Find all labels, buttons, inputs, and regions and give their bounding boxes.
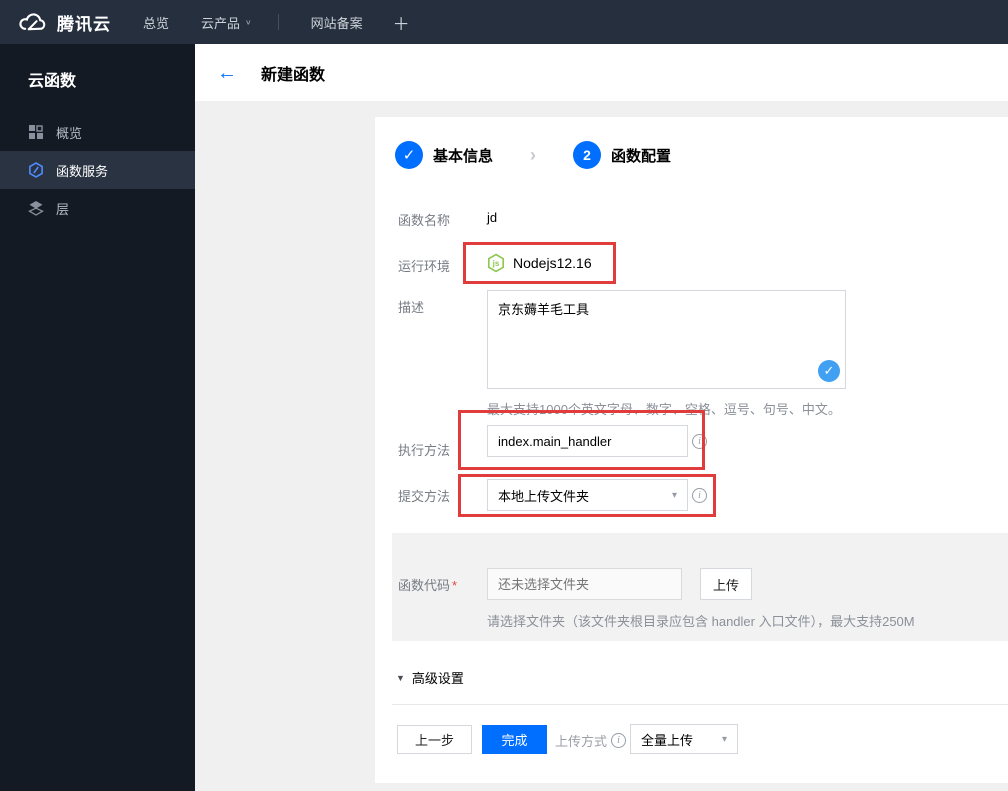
folder-path-field bbox=[487, 568, 682, 600]
upload-mode-info-icon[interactable]: i bbox=[611, 733, 627, 748]
upload-button[interactable]: 上传 bbox=[700, 568, 752, 600]
page-header: ← 新建函数 bbox=[195, 44, 1008, 101]
footer-divider bbox=[392, 704, 1008, 705]
handler-input[interactable] bbox=[487, 425, 688, 457]
back-arrow-icon[interactable]: ← bbox=[217, 63, 237, 83]
grid-icon bbox=[28, 124, 44, 140]
caret-down-icon: ▾ bbox=[721, 733, 727, 745]
upload-mode-dropdown[interactable]: 全量上传 ▾ bbox=[630, 724, 738, 754]
description-helper-text: 最大支持1000个英文字母、数字、空格、逗号、句号、中文。 bbox=[487, 402, 841, 417]
step2-label: 函数配置 bbox=[611, 147, 672, 165]
sidebar-item-label: 层 bbox=[56, 201, 70, 217]
cloud-logo-icon bbox=[16, 10, 48, 34]
brand-name: 腾讯云 bbox=[57, 14, 111, 34]
step1-done-circle: ✓ bbox=[395, 141, 423, 169]
function-name-label: 函数名称 bbox=[398, 213, 451, 228]
finish-button[interactable]: 完成 bbox=[482, 725, 547, 754]
sidebar-item-layers[interactable]: 层 bbox=[0, 189, 195, 227]
sidebar-item-label: 概览 bbox=[56, 125, 83, 141]
submit-method-info-icon[interactable]: i bbox=[692, 488, 707, 503]
chevron-down-icon: ∨ bbox=[245, 17, 252, 26]
page-title: 新建函数 bbox=[261, 66, 326, 84]
sidebar-item-label: 函数服务 bbox=[56, 163, 109, 179]
nodejs-icon: js bbox=[487, 253, 505, 273]
layers-icon bbox=[28, 200, 44, 216]
nav-item-cloud-products[interactable]: 云产品 ∨ bbox=[201, 13, 252, 32]
advanced-settings-label: 高级设置 bbox=[411, 671, 464, 686]
valid-check-icon: ✓ bbox=[818, 360, 840, 382]
create-function-card: ✓ 基本信息 › 2 函数配置 函数名称 jd 运行环境 js Nodejs12… bbox=[375, 117, 1008, 783]
function-hexagon-icon bbox=[28, 162, 44, 178]
description-label: 描述 bbox=[398, 300, 425, 315]
function-name-value: jd bbox=[487, 210, 498, 225]
description-textarea[interactable]: 京东薅羊毛工具 bbox=[487, 290, 846, 389]
sidebar-title: 云函数 bbox=[28, 73, 77, 90]
triangle-down-icon: ▼ bbox=[396, 672, 405, 683]
step-chevron-icon: › bbox=[530, 144, 537, 165]
upload-mode-value: 全量上传 bbox=[641, 732, 694, 748]
caret-down-icon: ▾ bbox=[671, 489, 677, 501]
submit-method-value: 本地上传文件夹 bbox=[498, 488, 590, 504]
function-code-section: 函数代码* 上传 请选择文件夹（该文件夹根目录应包含 handler 入口文件）… bbox=[392, 533, 1008, 641]
handler-info-icon[interactable]: i bbox=[692, 434, 707, 449]
sidebar: 云函数 概览 函数服务 层 bbox=[0, 44, 195, 791]
function-code-helper-text: 请选择文件夹（该文件夹根目录应包含 handler 入口文件），最大支持250M bbox=[487, 614, 915, 629]
top-nav: 腾讯云 总览 云产品 ∨ 网站备案 ＋ bbox=[0, 0, 1008, 44]
upload-mode-label: 上传方式 i bbox=[555, 731, 627, 750]
step2-number-circle: 2 bbox=[573, 141, 602, 169]
tencent-cloud-logo[interactable]: 腾讯云 bbox=[16, 10, 111, 35]
nav-item-overview[interactable]: 总览 bbox=[143, 13, 169, 32]
nav-divider bbox=[277, 14, 279, 30]
sidebar-item-function-service[interactable]: 函数服务 bbox=[0, 151, 195, 189]
submit-method-dropdown[interactable]: 本地上传文件夹 ▾ bbox=[487, 479, 688, 511]
runtime-label: 运行环境 bbox=[398, 259, 451, 274]
svg-text:js: js bbox=[492, 259, 500, 268]
function-code-label: 函数代码 * bbox=[398, 578, 458, 593]
step-indicator: ✓ 基本信息 › 2 函数配置 bbox=[395, 140, 671, 170]
check-icon: ✓ bbox=[402, 147, 416, 164]
advanced-settings-toggle[interactable]: ▼ 高级设置 bbox=[396, 668, 464, 687]
runtime-name: Nodejs12.16 bbox=[513, 255, 592, 271]
nav-item-icp-filing[interactable]: 网站备案 bbox=[311, 13, 363, 32]
required-asterisk: * bbox=[452, 578, 458, 593]
nav-add-tab-button[interactable]: ＋ bbox=[393, 10, 410, 35]
handler-label: 执行方法 bbox=[398, 443, 451, 458]
sidebar-item-overview[interactable]: 概览 bbox=[0, 113, 195, 151]
runtime-value: js Nodejs12.16 bbox=[487, 249, 592, 277]
submit-method-label: 提交方法 bbox=[398, 489, 451, 504]
previous-step-button[interactable]: 上一步 bbox=[397, 725, 472, 754]
step1-label: 基本信息 bbox=[433, 147, 494, 165]
